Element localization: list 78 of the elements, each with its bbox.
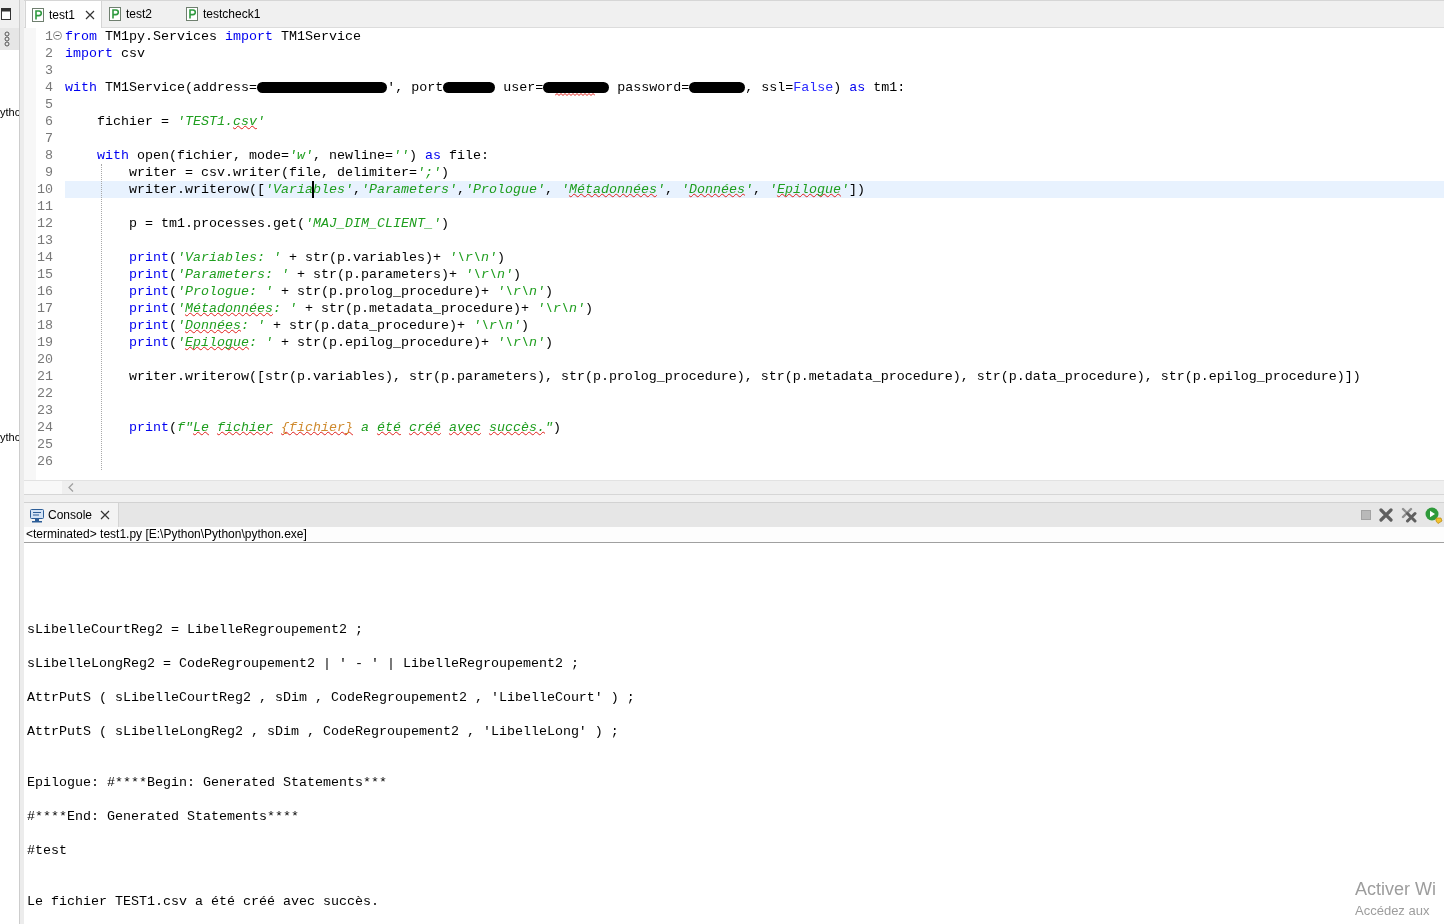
remove-all-icon[interactable] xyxy=(1401,507,1417,523)
code-line: import csv xyxy=(65,45,145,62)
code-line: print('Métadonnées: ' + str(p.metadata_procedure)+ '\r\n') xyxy=(128,300,593,317)
code-line: fichier = 'TEST1.csv' xyxy=(96,113,265,130)
line-number: 22 xyxy=(37,385,53,402)
console-line: AttrPutS ( sLibelleCourtReg2 , sDim , CodeRegroupement2 , 'LibelleCourt' ) ; xyxy=(27,689,635,706)
line-number: 15 xyxy=(37,266,53,283)
line-number: 25 xyxy=(37,436,53,453)
monitor-icon xyxy=(29,507,45,523)
dots-icon[interactable] xyxy=(0,28,19,50)
line-number: 20 xyxy=(37,351,53,368)
restore-icon[interactable] xyxy=(1,8,11,20)
collapse-icon[interactable] xyxy=(53,31,62,40)
close-icon[interactable] xyxy=(100,510,111,520)
line-number: 9 xyxy=(45,164,53,181)
line-number: 3 xyxy=(45,62,53,79)
panel-label: ythc xyxy=(0,105,19,120)
file-icon xyxy=(109,7,121,21)
console-status-text: <terminated> test1.py [E:\Python\Python\python.exe] xyxy=(26,527,307,542)
line-number: 7 xyxy=(45,130,53,147)
line-number: 8 xyxy=(45,147,53,164)
text-cursor xyxy=(311,181,314,198)
line-number: 18 xyxy=(37,317,53,334)
console-line: sLibelleLongReg2 = CodeRegroupement2 | ' - ' | LibelleRegroupement2 ; xyxy=(27,655,579,672)
code-line: from TM1py.Services import TM1Service xyxy=(65,28,361,45)
code-line: print(f"Le fichier {fichier} a été créé avec succès.") xyxy=(128,419,561,436)
horizontal-scrollbar[interactable] xyxy=(24,480,1444,495)
line-number: 17 xyxy=(37,300,53,317)
line-number: 4 xyxy=(45,79,53,96)
remove-icon[interactable] xyxy=(1379,508,1393,522)
console-line: sLibelleCourtReg2 = LibelleRegroupement2 ; xyxy=(27,621,363,638)
panel-label: ythc xyxy=(0,430,19,445)
line-number: 2 xyxy=(45,45,53,62)
code-text: user= xyxy=(502,80,544,95)
redaction-mark xyxy=(443,79,496,96)
console-tab[interactable]: Console xyxy=(24,503,120,527)
line-number: 12 xyxy=(37,215,53,232)
line-number: 13 xyxy=(37,232,53,249)
line-number: 5 xyxy=(45,96,53,113)
line-number: 26 xyxy=(37,453,53,470)
editor-tab[interactable]: test2 xyxy=(102,1,180,27)
watermark-title: Activer Wi xyxy=(1355,878,1436,900)
code-line: print('Parameters: ' + str(p.parameters)+ '\r\n') xyxy=(128,266,521,283)
console-line: #test xyxy=(27,842,67,859)
code-line: p = tm1.processes.get('MAJ_DIM_CLIENT_') xyxy=(128,215,449,232)
code-text: password= xyxy=(616,80,690,95)
console-line: Epilogue: #****Begin: Generated Statements*** xyxy=(27,774,387,791)
code-text: ', port xyxy=(387,80,444,95)
line-number: 24 xyxy=(37,419,53,436)
editor-tab[interactable]: testcheck1 xyxy=(179,1,288,27)
line-number: 23 xyxy=(37,402,53,419)
console-line: Le fichier TEST1.csv a été créé avec succès. xyxy=(27,893,379,910)
code-line: print('Variables: ' + str(p.variables)+ '\r\n') xyxy=(128,249,505,266)
close-icon[interactable] xyxy=(85,9,95,20)
code-line: print('Données: ' + str(p.data_procedure)+ '\r\n') xyxy=(128,317,529,334)
line-number: 1 xyxy=(45,28,53,45)
console-line: AttrPutS ( sLibelleLongReg2 , sDim , CodeRegroupement2 , 'LibelleLong' ) ; xyxy=(27,723,619,740)
run-icon[interactable] xyxy=(1425,506,1443,524)
editor-tab[interactable]: test1 xyxy=(25,1,102,28)
code-line: writer.writerow([str(p.variables), str(p.parameters), str(p.prolog_procedure), str(p.metadata_procedure), str(p.data_procedure), str(p.epilog_procedure)]) xyxy=(128,368,1361,385)
watermark-subtitle: Accédez aux xyxy=(1355,902,1430,920)
line-number: 10 xyxy=(37,181,53,198)
file-icon xyxy=(186,7,199,21)
line-number: 14 xyxy=(37,249,53,266)
code-text: with TM1Service(address= xyxy=(65,80,257,95)
line-number: 6 xyxy=(45,113,53,130)
code-line: print('Epilogue: ' + str(p.epilog_procedure)+ '\r\n') xyxy=(128,334,553,351)
line-number: 11 xyxy=(37,198,53,215)
console-line: #****End: Generated Statements**** xyxy=(27,808,299,825)
code-text: , ssl=False) as tm1: xyxy=(745,80,906,95)
line-number: 16 xyxy=(37,283,53,300)
code-line: print('Prologue: ' + str(p.prolog_procedure)+ '\r\n') xyxy=(128,283,553,300)
line-number: 21 xyxy=(37,368,53,385)
file-icon xyxy=(32,7,44,22)
code-line: writer = csv.writer(file, delimiter=';') xyxy=(128,164,449,181)
line-number: 19 xyxy=(37,334,53,351)
redaction-mark xyxy=(689,79,746,96)
code-line: with open(fichier, mode='w', newline='') as file: xyxy=(96,147,489,164)
